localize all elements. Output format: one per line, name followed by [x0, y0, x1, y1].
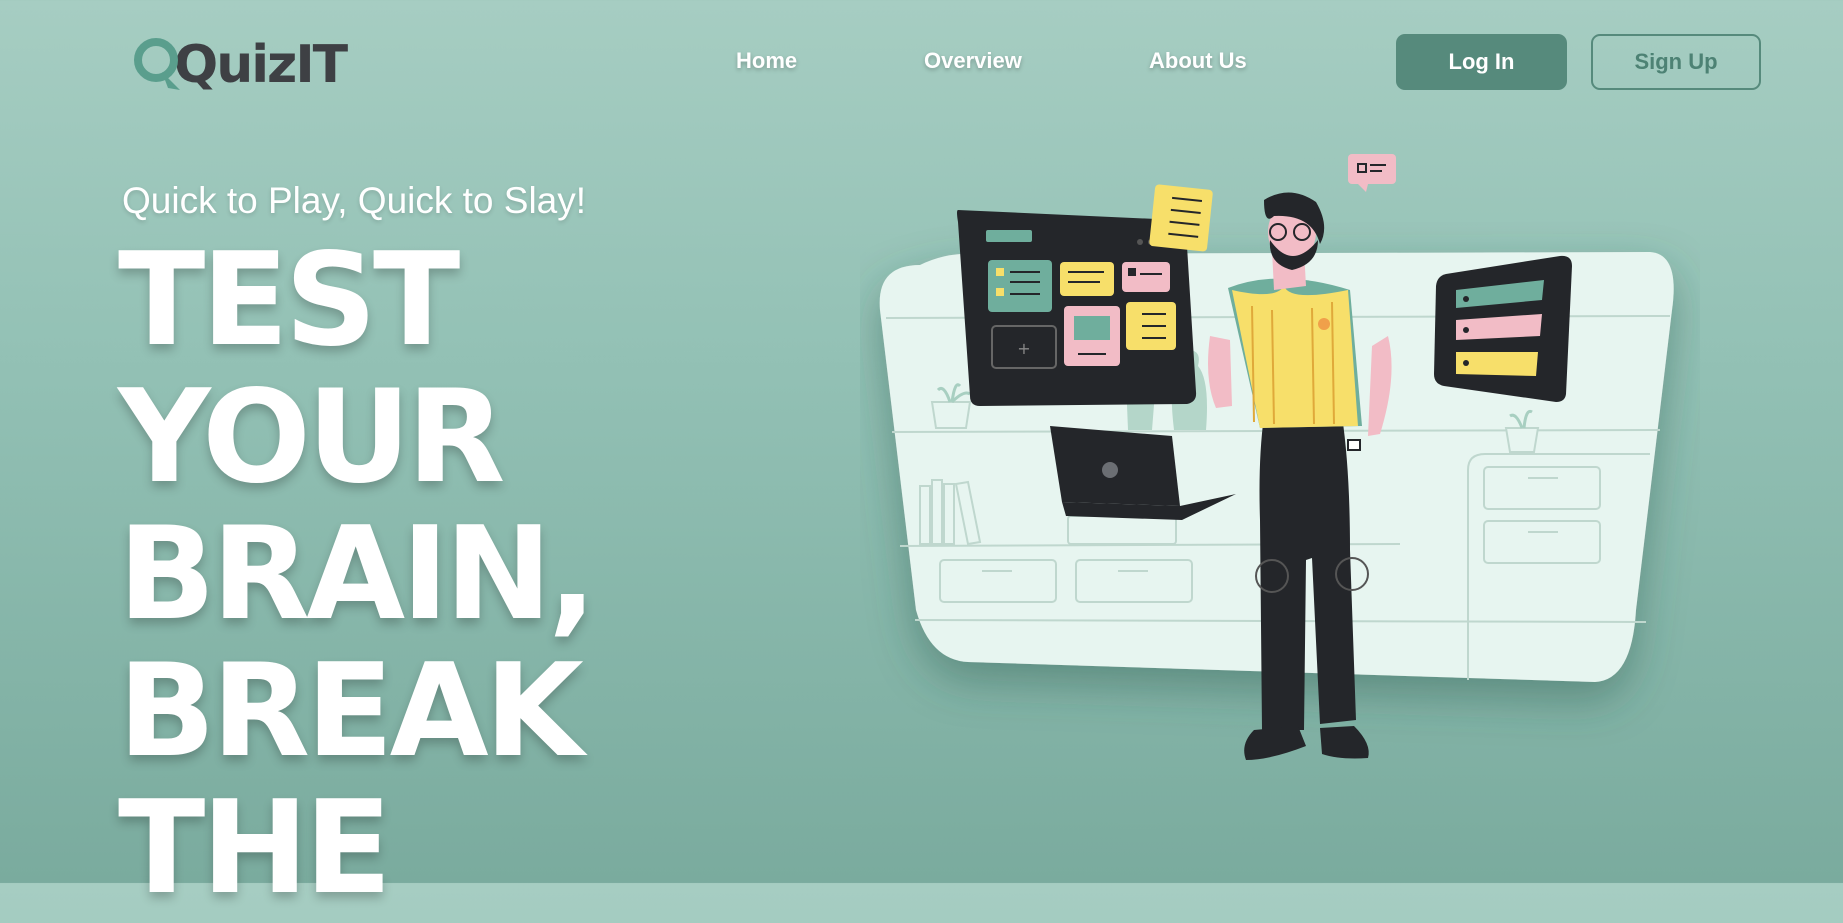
hero-tagline: Quick to Play, Quick to Slay!	[122, 180, 587, 221]
headline-line: YOUR	[118, 363, 505, 512]
hero-headline: TEST YOUR BRAIN, BREAK THE	[118, 232, 758, 917]
brand-name: QuizIT	[174, 35, 348, 95]
list-screen	[1434, 255, 1572, 402]
brand-logo[interactable]: QuizIT	[132, 26, 348, 95]
signup-button[interactable]: Sign Up	[1591, 34, 1761, 90]
nav-home[interactable]: Home	[736, 48, 797, 74]
headline-line: TEST	[118, 226, 460, 375]
nav-overview[interactable]: Overview	[924, 48, 1022, 74]
hero-illustration: +	[860, 140, 1700, 800]
chat-bubble	[1348, 154, 1396, 192]
headline-line: THE	[118, 774, 392, 923]
nav-about-us[interactable]: About Us	[1149, 48, 1247, 74]
headline-line: BREAK	[118, 637, 584, 786]
svg-text:+: +	[1017, 339, 1030, 358]
login-button[interactable]: Log In	[1396, 34, 1567, 90]
magnifier-q-icon	[132, 32, 180, 92]
checklist-note	[1149, 184, 1213, 252]
headline-line: BRAIN,	[118, 500, 597, 649]
